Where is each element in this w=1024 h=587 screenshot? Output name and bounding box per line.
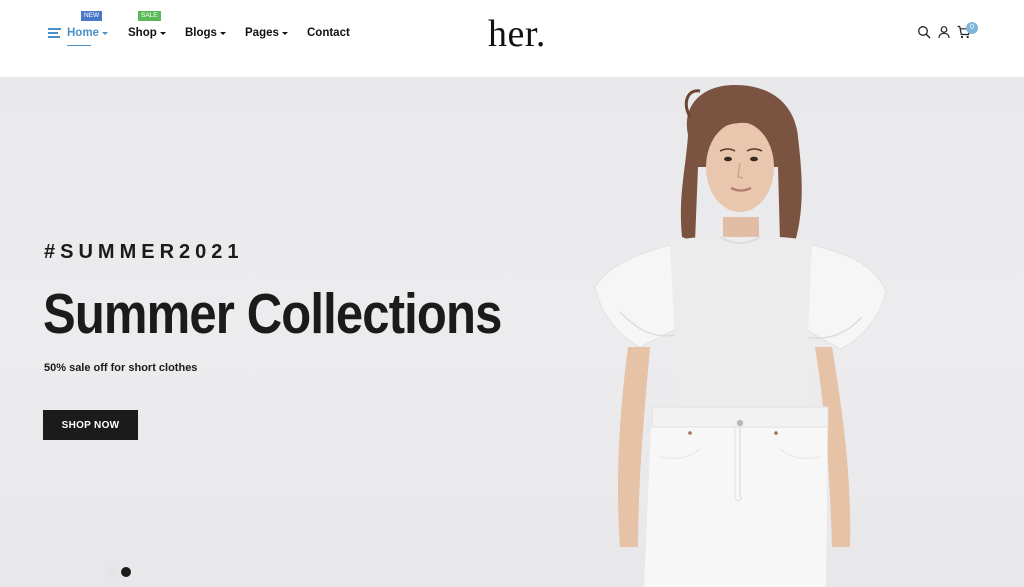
nav-item-label: Shop (128, 27, 157, 39)
hero-headline: Summer Collections (43, 282, 502, 346)
nav-item-shop[interactable]: SALE Shop (128, 11, 185, 41)
caret-down-icon (281, 31, 288, 35)
hero-tag: #SUMMER2021 (44, 241, 244, 263)
main-nav: NEW Home SALE Shop Blogs Pages Contact (67, 11, 350, 46)
slide-dot-2[interactable] (121, 567, 131, 577)
nav-item-label: Home (67, 27, 99, 39)
caret-down-icon (101, 31, 108, 35)
sale-badge: SALE (138, 11, 161, 21)
site-header: NEW Home SALE Shop Blogs Pages Contact h… (0, 0, 1024, 77)
header-icons: 0 (917, 22, 978, 39)
user-icon[interactable] (937, 25, 951, 39)
cart-icon[interactable]: 0 (957, 22, 978, 39)
site-logo[interactable]: her. (488, 12, 546, 56)
slide-dot-1[interactable] (107, 567, 117, 577)
new-badge: NEW (81, 11, 103, 21)
search-icon[interactable] (917, 25, 931, 39)
hero-banner: #SUMMER2021 Summer Collections 50% sale … (0, 77, 1024, 587)
nav-item-label: Pages (245, 27, 279, 39)
menu-icon[interactable] (48, 28, 61, 38)
shop-now-button[interactable]: SHOP NOW (43, 410, 138, 440)
nav-item-contact[interactable]: Contact (307, 25, 350, 41)
model-image (594, 85, 887, 587)
caret-down-icon (159, 31, 166, 35)
nav-item-blogs[interactable]: Blogs (185, 25, 245, 41)
nav-item-label: Blogs (185, 27, 217, 39)
nav-item-pages[interactable]: Pages (245, 25, 307, 41)
nav-item-home[interactable]: NEW Home (67, 11, 128, 46)
caret-down-icon (219, 31, 226, 35)
cart-count-badge: 0 (966, 22, 978, 34)
hero-subtext: 50% sale off for short clothes (44, 362, 198, 374)
nav-item-label: Contact (307, 27, 350, 39)
slider-dots (107, 567, 135, 577)
